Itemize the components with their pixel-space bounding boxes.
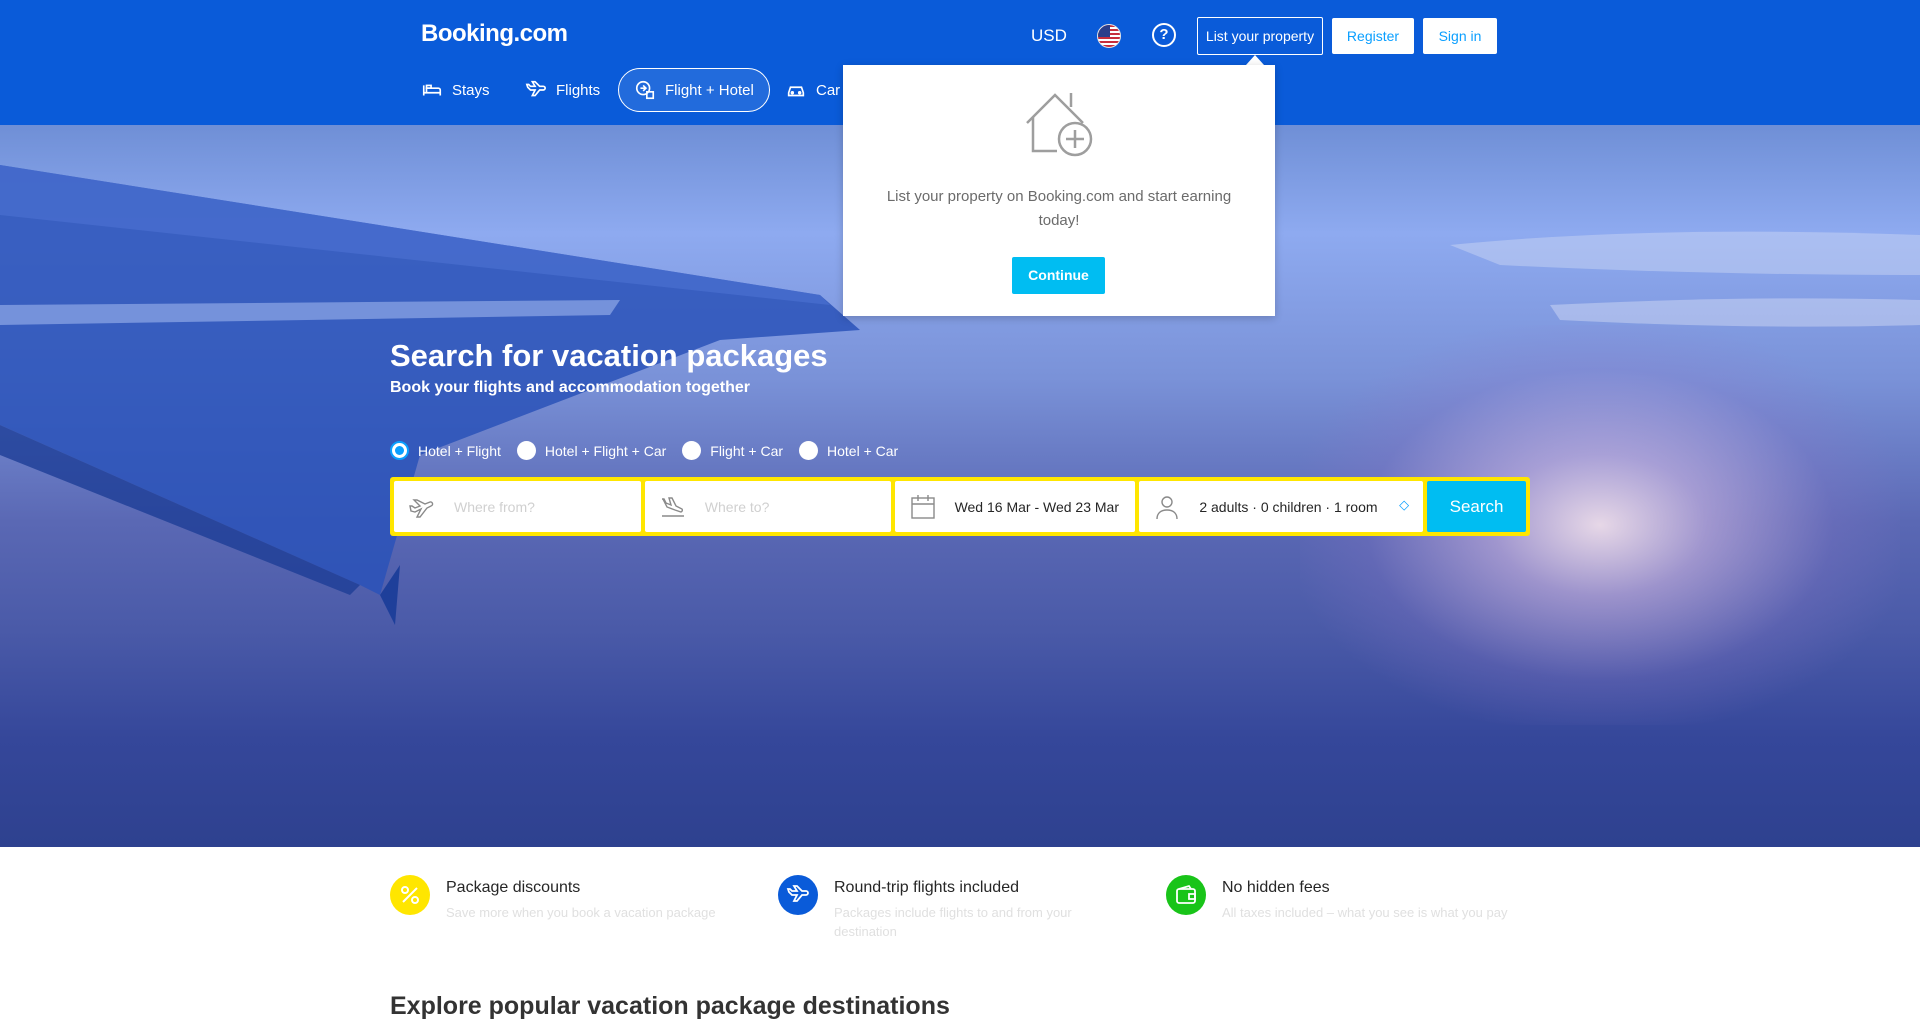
radio-hotel-flight[interactable]: Hotel + Flight xyxy=(390,441,501,460)
house-plus-icon xyxy=(1026,93,1093,157)
wallet-icon xyxy=(1166,875,1206,915)
arrival-plane-icon xyxy=(661,496,684,517)
radio-label: Flight + Car xyxy=(710,442,784,459)
hero-subtitle: Book your flights and accommodation toge… xyxy=(390,379,751,396)
package-type-selector: Hotel + Flight Hotel + Flight + Car Flig… xyxy=(390,441,914,460)
radio-button[interactable] xyxy=(682,441,702,460)
booking-logo[interactable]: Booking.com xyxy=(421,20,568,48)
nav-flight-hotel[interactable]: Flight + Hotel xyxy=(618,68,770,112)
sign-in-button[interactable]: Sign in xyxy=(1423,18,1497,54)
list-property-popup: List your property on Booking.com and st… xyxy=(843,65,1275,316)
destination-field[interactable]: Where to? xyxy=(644,481,891,532)
hero-title: Search for vacation packages xyxy=(390,338,828,373)
flight-hotel-icon xyxy=(635,80,655,100)
radio-flight-car[interactable]: Flight + Car xyxy=(682,441,783,460)
feature-title: Round-trip flights included xyxy=(834,879,1019,896)
guests-value: 2 adults · 0 children · 1 room xyxy=(1199,498,1378,515)
feature-title: Package discounts xyxy=(446,879,581,896)
bed-icon xyxy=(422,84,442,96)
help-icon[interactable]: ? xyxy=(1152,23,1176,47)
nav-label: Flight + Hotel xyxy=(665,81,754,99)
car-icon xyxy=(787,86,805,97)
calendar-icon xyxy=(910,494,935,519)
destination-placeholder: Where to? xyxy=(704,498,770,515)
plane-icon xyxy=(778,875,818,915)
popup-message: List your property on Booking.com and st… xyxy=(886,188,1232,229)
feature-description: All taxes included – what you see is wha… xyxy=(1222,905,1508,920)
nav-stays[interactable]: Stays xyxy=(406,68,505,112)
departure-plane-icon xyxy=(409,498,434,518)
dates-field[interactable]: Wed 16 Mar - Wed 23 Mar xyxy=(894,481,1136,532)
list-property-button[interactable]: List your property xyxy=(1197,17,1323,55)
search-button[interactable]: Search xyxy=(1427,481,1526,532)
register-button[interactable]: Register xyxy=(1332,18,1414,54)
explore-heading: Explore popular vacation package destina… xyxy=(390,992,950,1020)
nav-flights[interactable]: Flights xyxy=(510,68,615,112)
continue-button[interactable]: Continue xyxy=(1012,257,1105,294)
radio-hotel-car[interactable]: Hotel + Car xyxy=(799,441,898,460)
us-flag-icon[interactable] xyxy=(1097,24,1121,48)
nav-label: Flights xyxy=(556,81,601,99)
feature-title: No hidden fees xyxy=(1222,879,1330,896)
feature-roundtrip-flights: Round-trip flights included Packages inc… xyxy=(778,875,1134,941)
origin-field[interactable]: Where from? xyxy=(394,481,641,532)
radio-button[interactable] xyxy=(390,441,409,460)
radio-button[interactable] xyxy=(799,441,819,460)
person-icon xyxy=(1156,495,1179,519)
plane-icon xyxy=(525,80,546,97)
currency-selector[interactable]: USD xyxy=(1031,26,1067,46)
radio-hotel-flight-car[interactable]: Hotel + Flight + Car xyxy=(516,441,667,460)
origin-placeholder: Where from? xyxy=(454,498,535,515)
search-bar: Where from? Where to? Wed 16 Mar - Wed 2… xyxy=(390,477,1530,536)
radio-button[interactable] xyxy=(516,441,536,460)
radio-label: Hotel + Flight + Car xyxy=(544,442,667,459)
feature-no-hidden-fees: No hidden fees All taxes included – what… xyxy=(1166,875,1522,922)
radio-label: Hotel + Car xyxy=(827,442,899,459)
radio-label: Hotel + Flight xyxy=(418,442,501,459)
percent-icon xyxy=(390,875,430,915)
guests-field[interactable]: 2 adults · 0 children · 1 room ◇ xyxy=(1139,481,1424,532)
nav-label: Stays xyxy=(452,81,490,99)
chevron-updown-icon: ◇ xyxy=(1399,497,1410,512)
feature-package-discounts: Package discounts Save more when you boo… xyxy=(390,875,746,922)
dates-value: Wed 16 Mar - Wed 23 Mar xyxy=(954,498,1119,515)
feature-description: Save more when you book a vacation packa… xyxy=(446,905,716,920)
popup-arrow xyxy=(1246,55,1264,65)
feature-description: Packages include flights to and from you… xyxy=(834,905,1072,939)
